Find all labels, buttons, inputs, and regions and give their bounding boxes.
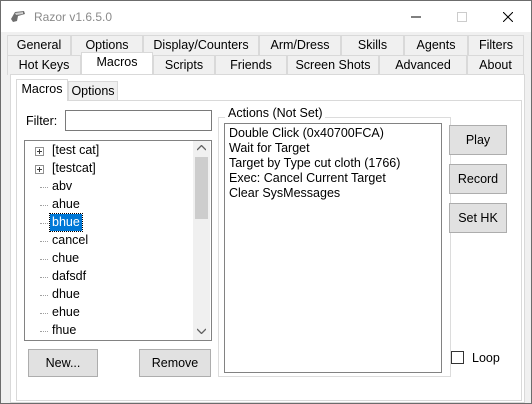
- filter-label: Filter:: [26, 114, 58, 128]
- new-macro-button[interactable]: New...: [28, 349, 98, 377]
- maximize-button[interactable]: [439, 1, 485, 32]
- tree-line: [40, 313, 48, 314]
- tab-agents[interactable]: Agents: [404, 35, 468, 55]
- subtab-options[interactable]: Options: [68, 81, 118, 101]
- tab-screen-shots[interactable]: Screen Shots: [287, 55, 379, 75]
- action-item[interactable]: Wait for Target: [229, 141, 310, 156]
- expand-plus-icon[interactable]: [35, 165, 44, 174]
- scroll-thumb[interactable]: [195, 157, 208, 219]
- minimize-icon: [411, 16, 421, 17]
- tab-hot-keys[interactable]: Hot Keys: [7, 55, 81, 75]
- tab-general[interactable]: General: [7, 35, 71, 55]
- action-item[interactable]: Double Click (0x40700FCA): [229, 126, 384, 141]
- tree-line: [40, 259, 48, 260]
- macro-tree[interactable]: [test cat] [testcat] abv ahue bhue cance…: [24, 140, 212, 341]
- tab-skills[interactable]: Skills: [341, 35, 404, 55]
- filter-input[interactable]: [65, 110, 212, 131]
- maximize-icon: [457, 11, 467, 22]
- record-button[interactable]: Record: [449, 164, 507, 194]
- tab-arm-dress[interactable]: Arm/Dress: [259, 35, 341, 55]
- tab-filters[interactable]: Filters: [468, 35, 524, 55]
- tab-advanced[interactable]: Advanced: [379, 55, 467, 75]
- tree-scrollbar[interactable]: [193, 141, 210, 340]
- play-button[interactable]: Play: [449, 125, 507, 155]
- scroll-up-icon[interactable]: [197, 145, 206, 151]
- actions-group-title: Actions (Not Set): [225, 106, 326, 120]
- scroll-down-icon[interactable]: [197, 328, 206, 334]
- razor-app-icon: [11, 11, 25, 22]
- tree-line: [40, 187, 48, 188]
- close-button[interactable]: [485, 1, 531, 32]
- loop-checkbox[interactable]: [451, 351, 464, 364]
- tree-line: [40, 277, 48, 278]
- actions-list[interactable]: Double Click (0x40700FCA) Wait for Targe…: [224, 123, 442, 373]
- loop-label[interactable]: Loop: [472, 351, 500, 365]
- tree-line: [40, 295, 48, 296]
- close-icon: [503, 11, 513, 22]
- tab-scripts[interactable]: Scripts: [153, 55, 215, 75]
- action-item[interactable]: Target by Type cut cloth (1766): [229, 156, 400, 171]
- tab-friends[interactable]: Friends: [215, 55, 287, 75]
- window-title: Razor v1.6.5.0: [34, 10, 113, 24]
- tree-line: [40, 331, 48, 332]
- tree-line: [40, 223, 48, 224]
- tree-line: [40, 205, 48, 206]
- razor-window: Razor v1.6.5.0 General Options Display/C…: [0, 0, 532, 404]
- action-item[interactable]: Exec: Cancel Current Target: [229, 171, 386, 186]
- minimize-button[interactable]: [393, 1, 439, 32]
- title-bar[interactable]: Razor v1.6.5.0: [1, 1, 531, 32]
- tab-macros[interactable]: Macros: [81, 52, 153, 74]
- action-item[interactable]: Clear SysMessages: [229, 186, 340, 201]
- set-hotkey-button[interactable]: Set HK: [449, 203, 507, 233]
- tree-line: [40, 241, 48, 242]
- subtab-macros[interactable]: Macros: [16, 79, 68, 101]
- tab-display-counters[interactable]: Display/Counters: [143, 35, 259, 55]
- expand-plus-icon[interactable]: [35, 147, 44, 156]
- tab-about[interactable]: About: [467, 55, 524, 75]
- remove-macro-button[interactable]: Remove: [139, 349, 211, 377]
